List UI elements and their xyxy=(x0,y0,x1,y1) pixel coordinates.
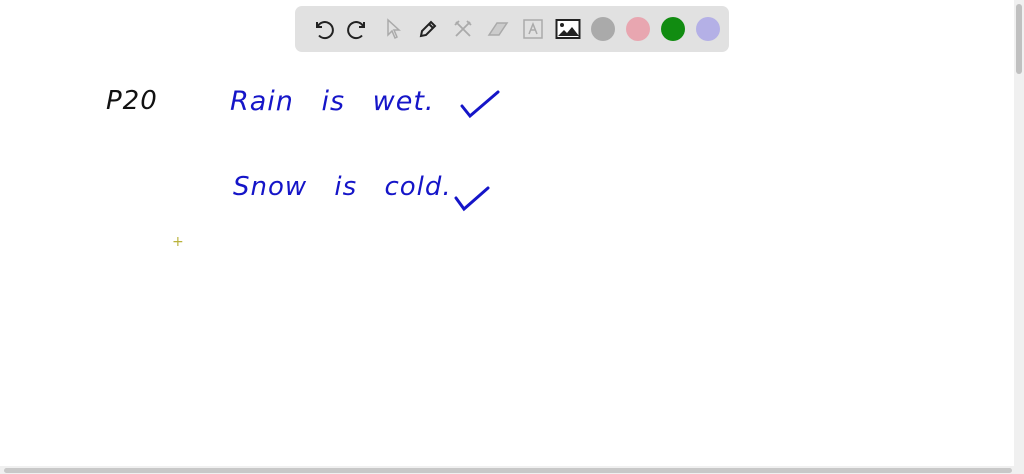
problem-label: P20 xyxy=(106,86,158,116)
checkmark-icon xyxy=(454,186,490,212)
tools-icon[interactable] xyxy=(445,12,480,47)
color-green[interactable] xyxy=(655,12,690,47)
handwritten-line-1: Rain is wet. xyxy=(230,86,435,117)
handwritten-line-2: Snow is cold. xyxy=(233,172,452,202)
vertical-scrollbar[interactable] xyxy=(1014,0,1024,466)
color-gray[interactable] xyxy=(585,12,620,47)
redo-icon[interactable] xyxy=(340,12,375,47)
eraser-icon[interactable] xyxy=(480,12,515,47)
image-icon[interactable] xyxy=(550,12,585,47)
pen-icon[interactable] xyxy=(410,12,445,47)
horizontal-scrollbar[interactable] xyxy=(0,466,1024,474)
drawing-toolbar xyxy=(295,6,729,52)
color-pink[interactable] xyxy=(620,12,655,47)
checkmark-icon xyxy=(460,90,500,119)
crosshair-cursor-icon: + xyxy=(172,234,184,250)
text-icon[interactable] xyxy=(515,12,550,47)
select-icon[interactable] xyxy=(375,12,410,47)
undo-icon[interactable] xyxy=(305,12,340,47)
color-lavender[interactable] xyxy=(690,12,725,47)
